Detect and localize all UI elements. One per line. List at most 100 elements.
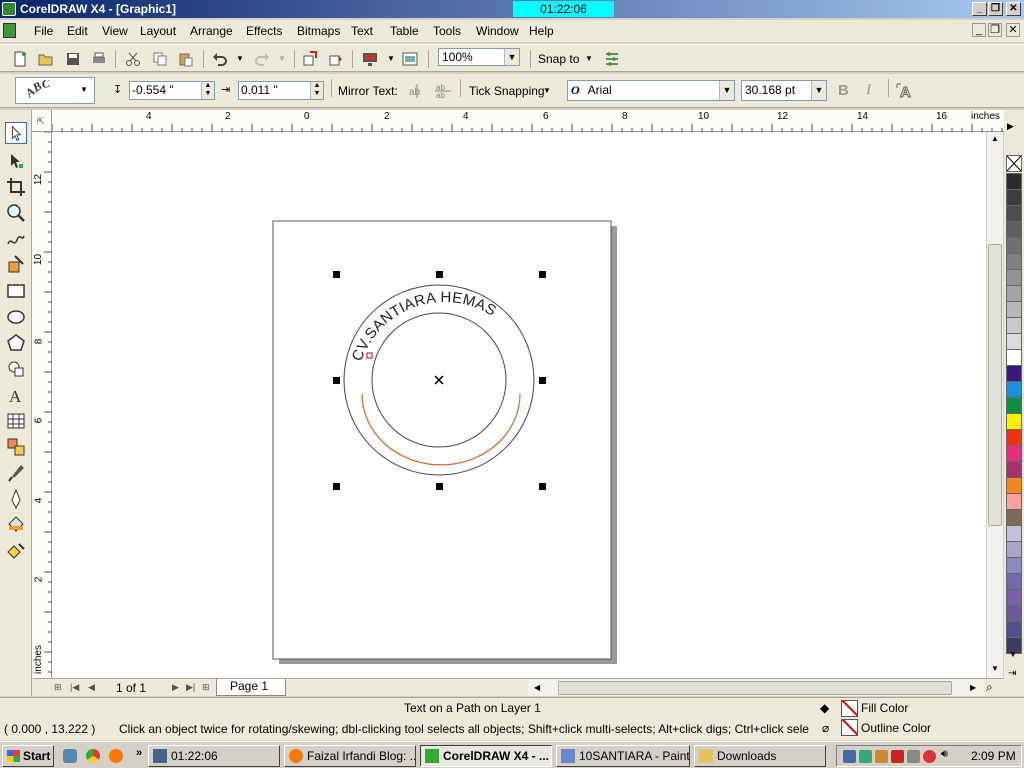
basic-shapes-tool-icon[interactable]: [5, 358, 27, 380]
outline-tool-icon[interactable]: [5, 488, 27, 510]
bold-button[interactable]: B: [838, 82, 849, 99]
menu-effects[interactable]: Effects: [246, 24, 282, 38]
cut-icon[interactable]: [125, 51, 141, 67]
palette-flyout-icon[interactable]: ⇥: [1008, 668, 1016, 679]
coreldraw-app-icon[interactable]: [2, 2, 16, 16]
page-tab[interactable]: Page 1: [216, 679, 286, 696]
smart-fill-tool-icon[interactable]: [5, 254, 27, 276]
color-swatch[interactable]: [1006, 493, 1022, 510]
task-downloads[interactable]: Downloads: [694, 745, 826, 767]
scroll-left-icon[interactable]: ◀: [534, 683, 540, 692]
font-size-dropdown-icon[interactable]: ▼: [811, 81, 826, 100]
color-swatch[interactable]: [1006, 333, 1022, 350]
ruler-origin[interactable]: ⇱: [32, 110, 52, 132]
menu-view[interactable]: View: [102, 24, 128, 38]
preset-dropdown-icon[interactable]: ▼: [80, 85, 88, 94]
prev-page-icon[interactable]: ◀: [88, 682, 95, 693]
maximize-button[interactable]: ❐: [988, 2, 1003, 16]
menu-edit[interactable]: Edit: [67, 24, 88, 38]
quicklaunch-icon[interactable]: [63, 749, 77, 763]
color-swatch[interactable]: [1006, 317, 1022, 334]
color-swatch[interactable]: [1006, 173, 1022, 190]
color-swatch[interactable]: [1006, 461, 1022, 478]
mirror-horizontal-icon[interactable]: ab: [408, 83, 426, 99]
interactive-blend-tool-icon[interactable]: [5, 436, 27, 458]
tick-snapping-dropdown-icon[interactable]: ▼: [543, 86, 551, 95]
character-formatting-icon[interactable]: A: [896, 82, 914, 100]
tick-snapping-button[interactable]: Tick Snapping: [469, 84, 545, 98]
color-swatch[interactable]: [1006, 429, 1022, 446]
color-swatch[interactable]: [1006, 477, 1022, 494]
save-icon[interactable]: [65, 51, 81, 67]
tray-alert-icon[interactable]: [923, 750, 936, 763]
pick-tool-icon[interactable]: [5, 122, 27, 144]
font-name-dropdown-icon[interactable]: ▼: [719, 81, 734, 100]
menu-arrange[interactable]: Arrange: [190, 24, 233, 38]
palette-scroll-right-icon[interactable]: ▶: [1007, 121, 1014, 132]
color-swatch[interactable]: [1006, 253, 1022, 270]
volume-icon[interactable]: 🔊︎: [941, 748, 954, 761]
color-swatch[interactable]: [1006, 221, 1022, 238]
task-firefox-blog[interactable]: Faizal Irfandi Blog: ...: [284, 745, 416, 767]
offset-spinner-icon[interactable]: ▲ ▼: [310, 82, 323, 99]
rectangle-tool-icon[interactable]: [5, 280, 27, 302]
menu-table[interactable]: Table: [390, 24, 419, 38]
snap-to-button[interactable]: Snap to: [538, 52, 579, 66]
menu-window[interactable]: Window: [476, 24, 519, 38]
close-button[interactable]: ✕: [1006, 2, 1021, 16]
color-swatch[interactable]: [1006, 349, 1022, 366]
zoom-dropdown-icon[interactable]: ▼: [504, 49, 519, 65]
mirror-vertical-icon[interactable]: abab: [434, 83, 452, 99]
tray-antivirus-icon[interactable]: [891, 750, 904, 763]
zoom-tool-icon[interactable]: [5, 202, 27, 224]
add-page-before-icon[interactable]: ⊞: [54, 682, 62, 693]
vertical-scrollbar[interactable]: ▲ ▼: [986, 132, 1003, 678]
freehand-tool-icon[interactable]: [5, 228, 27, 250]
distance-from-path-input[interactable]: -0.554 " ▲ ▼: [129, 81, 215, 100]
doc-close-button[interactable]: ✕: [1006, 23, 1020, 37]
redo-dropdown-icon[interactable]: ▼: [278, 54, 286, 63]
redo-icon[interactable]: [254, 51, 270, 67]
doc-restore-button[interactable]: ❐: [988, 23, 1002, 37]
color-swatch[interactable]: [1006, 621, 1022, 638]
shape-tool-icon[interactable]: [5, 150, 27, 172]
chrome-icon[interactable]: [86, 749, 100, 763]
color-swatch[interactable]: [1006, 189, 1022, 206]
text-start-node[interactable]: [366, 352, 373, 359]
outline-color-swatch[interactable]: [841, 719, 858, 736]
color-swatch[interactable]: [1006, 301, 1022, 318]
text-path-preset-select[interactable]: ABC ▼: [15, 77, 95, 104]
export-icon[interactable]: [328, 51, 344, 67]
tray-network-icon[interactable]: [843, 750, 856, 763]
menu-layout[interactable]: Layout: [140, 24, 176, 38]
welcome-screen-icon[interactable]: [402, 51, 418, 67]
vertical-ruler[interactable]: 12 10 8 6 4 2 inches: [32, 132, 52, 678]
menu-help[interactable]: Help: [529, 24, 554, 38]
drawing-canvas[interactable]: CV.SANTIARA HEMAS: [52, 132, 986, 678]
color-swatch[interactable]: [1006, 205, 1022, 222]
horizontal-scroll-thumb[interactable]: [558, 681, 952, 695]
task-paint[interactable]: 10SANTIARA - Paint: [556, 745, 690, 767]
menu-bitmaps[interactable]: Bitmaps: [297, 24, 340, 38]
last-page-icon[interactable]: ▶|: [186, 682, 195, 693]
tray-globe-icon[interactable]: [859, 750, 872, 763]
color-swatch[interactable]: [1006, 541, 1022, 558]
undo-dropdown-icon[interactable]: ▼: [236, 54, 244, 63]
print-icon[interactable]: [91, 51, 107, 67]
open-icon[interactable]: [38, 51, 54, 67]
menu-tools[interactable]: Tools: [433, 24, 461, 38]
firefox-icon[interactable]: [109, 749, 123, 763]
fill-tool-icon[interactable]: [5, 514, 27, 536]
zoom-level-select[interactable]: 100% ▼: [438, 48, 520, 66]
color-swatch[interactable]: [1006, 381, 1022, 398]
table-tool-icon[interactable]: [5, 410, 27, 432]
zoom-navigator-icon[interactable]: ⌕: [986, 680, 993, 695]
ellipse-tool-icon[interactable]: [5, 306, 27, 328]
add-page-after-icon[interactable]: ⊞: [202, 682, 210, 693]
first-page-icon[interactable]: |◀: [70, 682, 79, 693]
no-color-swatch[interactable]: [1006, 155, 1022, 172]
minimize-button[interactable]: _: [972, 2, 987, 16]
palette-scroll-down-icon[interactable]: ▼: [1009, 650, 1017, 659]
offset-input[interactable]: 0.011 " ▲ ▼: [238, 81, 324, 100]
color-swatch[interactable]: [1006, 397, 1022, 414]
